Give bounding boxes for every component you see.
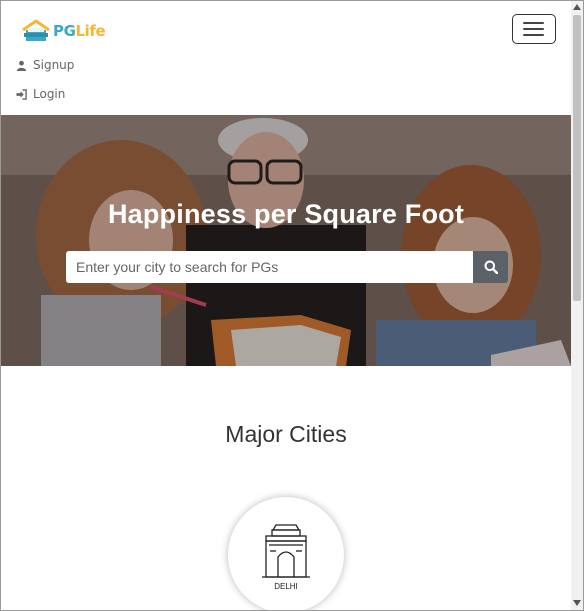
scroll-up-glyph	[573, 4, 581, 10]
navbar-toggle-button[interactable]	[512, 14, 556, 44]
scroll-up-arrow-icon[interactable]	[571, 1, 583, 13]
brand-name-pg: PG	[53, 22, 76, 40]
login-label: Login	[33, 87, 66, 101]
scroll-down-glyph	[573, 600, 581, 606]
browser-viewport: PGLife Signup Login Happiness per Square…	[0, 0, 584, 611]
brand-logo[interactable]: PGLife	[21, 17, 106, 45]
hero-banner: Happiness per Square Foot	[1, 115, 571, 366]
india-gate-icon	[262, 524, 310, 578]
hamburger-icon-bar	[523, 28, 544, 30]
scrollbar-thumb[interactable]	[573, 15, 581, 301]
hamburger-icon	[523, 22, 544, 24]
hamburger-icon-bar	[523, 34, 544, 36]
sign-in-icon	[16, 88, 27, 100]
page-scrollbar[interactable]	[571, 1, 583, 610]
login-link[interactable]: Login	[16, 87, 65, 101]
house-logo-icon	[22, 19, 50, 41]
scroll-down-arrow-icon[interactable]	[571, 597, 583, 609]
city-card-delhi[interactable]: DELHI	[228, 497, 344, 610]
section-title-major-cities: Major Cities	[225, 421, 347, 447]
city-search-form	[66, 251, 508, 283]
navbar: PGLife Signup Login	[1, 1, 571, 115]
banner-title: Happiness per Square Foot	[107, 199, 465, 229]
signup-label: Signup	[33, 58, 75, 72]
signup-link[interactable]: Signup	[16, 58, 74, 72]
brand-name-life: Life	[75, 22, 106, 40]
city-name-delhi: DELHI	[274, 582, 298, 591]
city-search-input[interactable]	[66, 251, 473, 283]
user-icon	[16, 60, 27, 71]
banner-overlay	[1, 115, 571, 366]
search-button[interactable]	[473, 251, 508, 283]
search-icon	[484, 260, 498, 274]
